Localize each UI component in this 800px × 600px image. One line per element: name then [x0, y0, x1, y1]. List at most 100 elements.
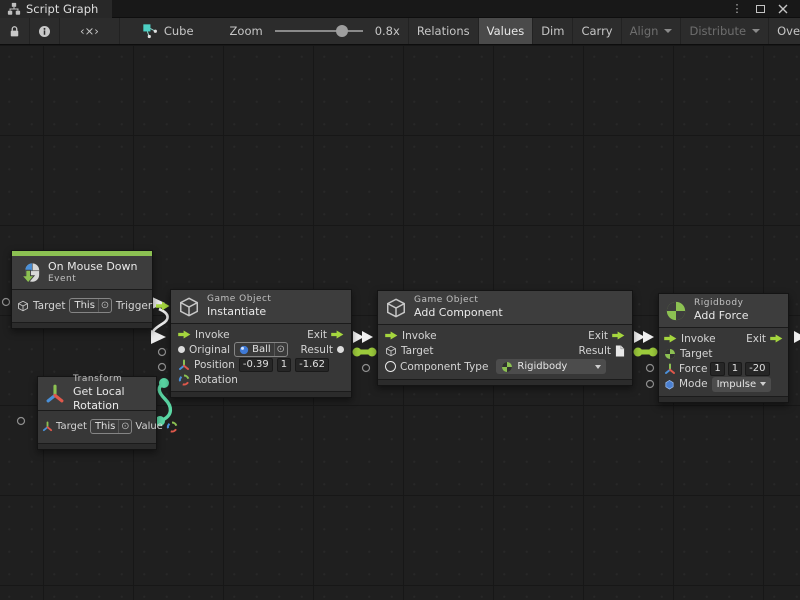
graph-target: Cube [134, 18, 202, 44]
toolbar: ‹×› Cube Zoom 0.8x Relations Values Dim … [0, 18, 800, 45]
node-category: Rigidbody [694, 298, 749, 309]
graph-target-icon [142, 23, 158, 39]
graph-target-name: Cube [164, 24, 194, 38]
code-view-label: ‹×› [80, 24, 99, 38]
graph-canvas[interactable]: On Mouse Down Event Target This ⊙ Tri [0, 45, 800, 600]
node-category: Game Object [414, 295, 503, 306]
force-y-field[interactable]: 1 [728, 362, 742, 376]
node-add-force[interactable]: Rigidbody Add Force Invoke Exit [658, 293, 789, 403]
target-value-chip[interactable]: This ⊙ [69, 298, 111, 313]
component-type-label: Component Type [400, 361, 488, 373]
object-picker-icon[interactable]: ⊙ [98, 299, 111, 312]
flow-connection-offscreen[interactable] [794, 331, 800, 343]
zoom-control: Zoom 0.8x [222, 18, 408, 44]
flow-connection-instantiate-addcomponent[interactable] [353, 331, 373, 343]
graph-icon [7, 2, 21, 16]
flow-arrow-icon[interactable] [770, 334, 783, 343]
zoom-slider-track [275, 30, 363, 32]
node-get-local-rotation[interactable]: Transform Get Local Rotation Target This… [37, 376, 157, 450]
original-port-label: Original [189, 344, 230, 356]
zoom-slider[interactable] [275, 24, 363, 38]
values-button[interactable]: Values [479, 18, 534, 44]
info-icon [37, 24, 52, 39]
exit-port-label: Exit [307, 329, 327, 341]
close-icon[interactable] [776, 2, 790, 16]
rotation-icon[interactable] [166, 421, 178, 433]
force-mode-value: Impulse [717, 379, 757, 390]
carry-label: Carry [581, 24, 612, 38]
ball-icon [239, 345, 249, 355]
node-footer [171, 391, 351, 397]
overview-label: Overview [777, 24, 800, 38]
align-button[interactable]: Align [622, 18, 682, 44]
node-category: Transform [73, 374, 150, 385]
maximize-icon[interactable] [753, 2, 767, 16]
node-header[interactable]: Game Object Add Component [378, 291, 632, 325]
node-header[interactable]: Rigidbody Add Force [659, 294, 788, 328]
flow-arrow-icon[interactable] [385, 331, 398, 340]
rigidbody-icon [501, 361, 513, 373]
chevron-down-icon [664, 29, 672, 33]
document-icon[interactable] [615, 345, 625, 357]
dim-button[interactable]: Dim [533, 18, 573, 44]
force-icon [664, 363, 676, 375]
node-header[interactable]: Game Object Instantiate [171, 290, 351, 324]
flow-arrow-icon[interactable] [612, 331, 625, 340]
relations-button[interactable]: Relations [409, 18, 479, 44]
chevron-down-icon [752, 29, 760, 33]
distribute-label: Distribute [689, 24, 746, 38]
overview-button[interactable]: Overview [769, 18, 800, 44]
force-mode-dropdown[interactable]: Impulse [712, 377, 772, 392]
carry-button[interactable]: Carry [573, 18, 621, 44]
force-x-field[interactable]: 1 [710, 362, 724, 376]
original-value-chip[interactable]: Ball ⊙ [234, 342, 288, 357]
node-on-mouse-down[interactable]: On Mouse Down Event Target This ⊙ Tri [11, 250, 153, 329]
kebab-menu-icon[interactable]: ⋮ [730, 2, 744, 16]
flow-arrow-icon[interactable] [156, 301, 170, 311]
flow-connection-addcomponent-addforce[interactable] [634, 331, 654, 343]
chevron-down-icon [760, 382, 766, 386]
value-connection-result-target-1[interactable] [353, 348, 377, 357]
component-type-port-circle[interactable] [385, 361, 396, 372]
node-add-component[interactable]: Game Object Add Component Invoke Exit [377, 290, 633, 386]
node-footer [659, 396, 788, 402]
zoom-slider-handle[interactable] [336, 25, 348, 37]
target-value-chip[interactable]: This ⊙ [90, 419, 132, 434]
value-port-dot[interactable] [178, 346, 185, 353]
distribute-button[interactable]: Distribute [681, 18, 769, 44]
dim-label: Dim [541, 24, 564, 38]
object-picker-icon[interactable]: ⊙ [118, 420, 131, 433]
node-title: Instantiate [207, 305, 271, 319]
trigger-port-label: Trigger [116, 300, 152, 312]
position-z-field[interactable]: -1.62 [295, 358, 329, 372]
value-port-dot[interactable] [337, 346, 344, 353]
flow-arrow-icon[interactable] [178, 330, 191, 339]
code-view-button[interactable]: ‹×› [60, 18, 120, 44]
flow-arrow-icon[interactable] [331, 330, 344, 339]
transform-icon [44, 383, 66, 405]
node-footer [38, 443, 156, 449]
tab-script-graph[interactable]: Script Graph [0, 0, 112, 18]
lock-button[interactable] [0, 18, 30, 44]
node-header[interactable]: On Mouse Down Event [12, 256, 152, 290]
value-connection-result-target-2[interactable] [634, 348, 658, 357]
position-icon [178, 359, 190, 371]
force-mode-icon [664, 379, 675, 390]
game-object-icon [178, 296, 200, 318]
flow-arrow-icon[interactable] [664, 334, 677, 343]
component-type-dropdown[interactable]: Rigidbody [496, 359, 606, 374]
info-button[interactable] [30, 18, 60, 44]
game-object-icon [385, 345, 397, 357]
object-picker-icon[interactable]: ⊙ [274, 343, 287, 356]
transform-icon [42, 421, 53, 432]
node-header[interactable]: Transform Get Local Rotation [38, 377, 156, 411]
node-title: Add Component [414, 306, 503, 320]
rotation-port-label: Rotation [194, 374, 238, 386]
value-connection-rotation[interactable] [155, 378, 170, 426]
force-z-field[interactable]: -20 [745, 362, 769, 376]
position-x-field[interactable]: -0.39 [239, 358, 273, 372]
node-instantiate[interactable]: Game Object Instantiate Invoke Exit O [170, 289, 352, 398]
node-footer [378, 379, 632, 385]
result-port-label: Result [579, 345, 611, 357]
position-y-field[interactable]: 1 [277, 358, 291, 372]
